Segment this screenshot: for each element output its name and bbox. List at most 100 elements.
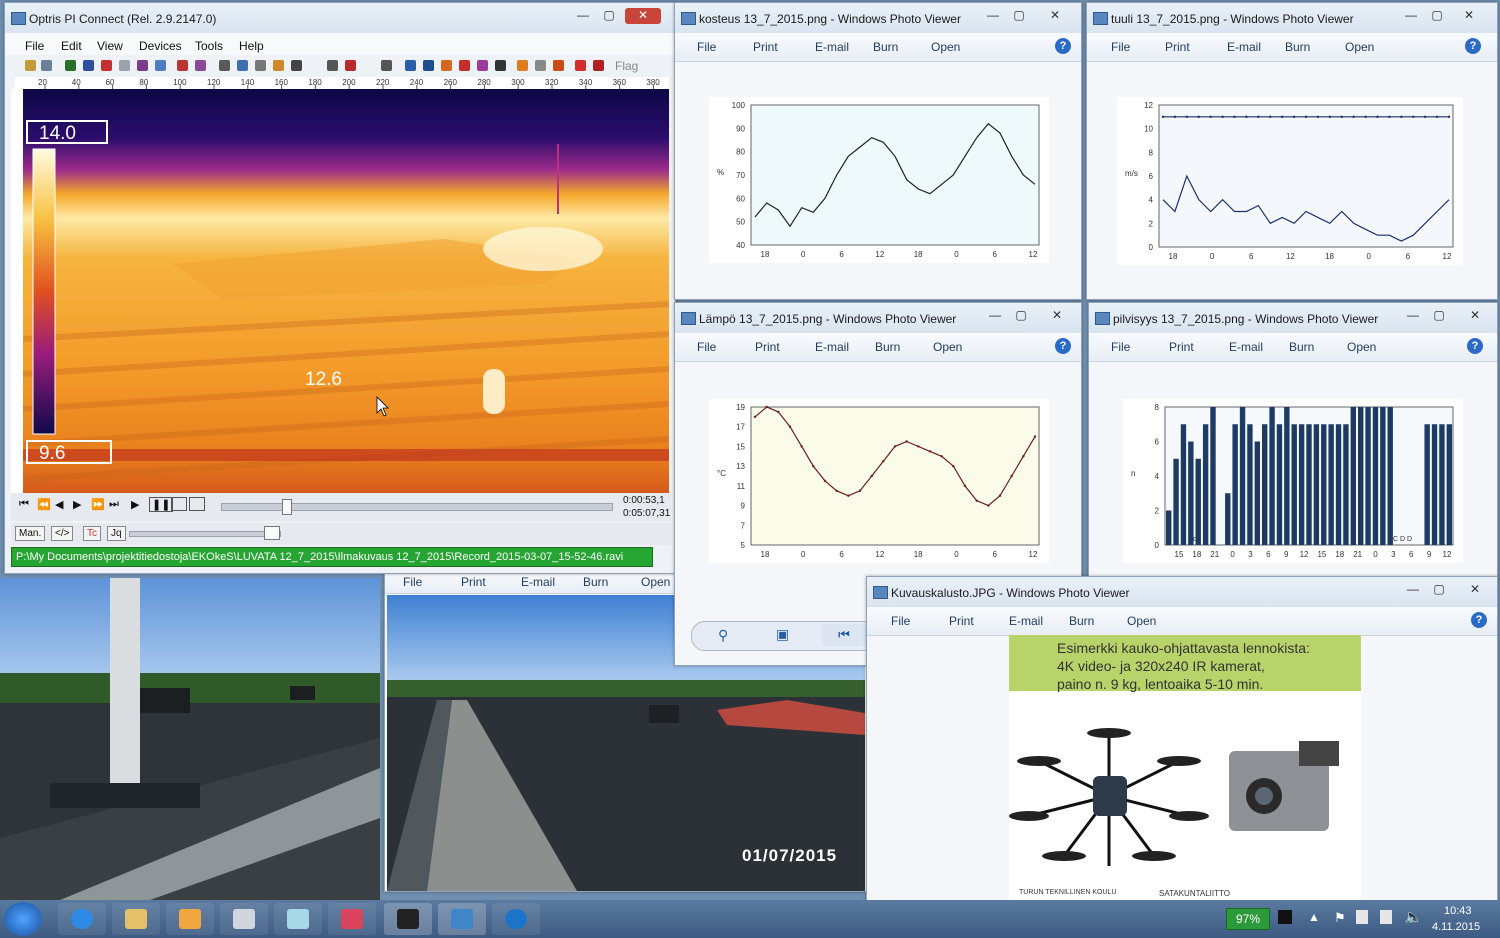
step-back-icon[interactable]: ◀ (55, 498, 63, 511)
help-icon[interactable]: ? (1465, 38, 1481, 54)
device-icon[interactable] (1356, 910, 1368, 924)
menu-burn[interactable]: Burn (1285, 40, 1310, 54)
close-button[interactable]: ✕ (1457, 308, 1493, 324)
menu-email[interactable]: E-mail (1227, 40, 1261, 54)
scale-icon[interactable] (477, 60, 488, 71)
record-icon[interactable] (101, 60, 112, 71)
start-button[interactable] (4, 902, 42, 936)
alarm-icon[interactable] (345, 60, 356, 71)
clock-time[interactable]: 10:43 (1444, 905, 1472, 917)
taskbar-photo-viewer[interactable] (438, 903, 486, 935)
menu-open[interactable]: Open (1347, 340, 1376, 354)
rewind-icon[interactable]: ⏪ (37, 498, 51, 511)
jq-button[interactable]: Jq (107, 526, 126, 541)
menu-open[interactable]: Open (933, 340, 962, 354)
hotspot-icon[interactable] (273, 60, 284, 71)
rec-icon[interactable] (575, 60, 586, 71)
menu-file[interactable]: File (1111, 340, 1130, 354)
minimize-button[interactable]: — (983, 308, 1007, 324)
menu-email[interactable]: E-mail (815, 340, 849, 354)
menu-email[interactable]: E-mail (1229, 340, 1263, 354)
copy-icon[interactable] (155, 60, 166, 71)
taskbar-ie[interactable] (58, 903, 106, 935)
loop-icon[interactable] (171, 497, 187, 511)
minimize-button[interactable]: — (571, 8, 595, 24)
line-icon[interactable] (291, 60, 302, 71)
bars-icon[interactable] (459, 60, 470, 71)
maximize-button[interactable]: ▢ (1427, 308, 1451, 324)
close-button[interactable]: ✕ (1457, 582, 1493, 598)
playback-slider[interactable] (221, 499, 613, 515)
menu-print[interactable]: Print (461, 575, 486, 589)
filter-icon[interactable] (535, 60, 546, 71)
menu-file[interactable]: File (25, 39, 44, 53)
open-icon[interactable] (25, 60, 36, 71)
snapshot-icon[interactable] (119, 60, 130, 71)
menu-email[interactable]: E-mail (815, 40, 849, 54)
actual-size-icon[interactable]: ▣ (776, 626, 789, 643)
show-hidden-icons[interactable]: ▲ (1308, 910, 1320, 924)
manual-button[interactable]: Man. (15, 526, 46, 541)
help-icon[interactable]: ? (1467, 338, 1483, 354)
menu-burn[interactable]: Burn (1289, 340, 1314, 354)
fast-forward-icon[interactable]: ⏩ (91, 498, 105, 511)
power-icon[interactable] (1380, 910, 1392, 924)
save-icon[interactable] (41, 60, 52, 71)
taskbar-calculator[interactable] (220, 903, 268, 935)
close-button[interactable]: ✕ (1039, 308, 1075, 324)
menu-burn[interactable]: Burn (583, 575, 608, 589)
maximize-button[interactable]: ▢ (597, 8, 621, 24)
tc-button[interactable]: Tc (83, 526, 101, 541)
gradient-icon[interactable] (517, 60, 528, 71)
taskbar-outlook[interactable] (166, 903, 214, 935)
battery-indicator[interactable]: 97% (1226, 908, 1270, 930)
action-center-icon[interactable]: ⚑ (1334, 910, 1346, 926)
menu-file[interactable]: File (1111, 40, 1130, 54)
menu-print[interactable]: Print (753, 40, 778, 54)
menu-file[interactable]: File (891, 614, 910, 628)
skip-start-icon[interactable]: ⏮ (19, 498, 29, 511)
zoom-slider[interactable] (129, 526, 281, 540)
layout-icon[interactable] (195, 60, 206, 71)
skip-end-icon[interactable]: ⏭ (109, 498, 119, 511)
zoom-slider-thumb[interactable] (264, 526, 280, 540)
area-icon[interactable] (327, 60, 338, 71)
color-icon[interactable] (441, 60, 452, 71)
step-forward-icon[interactable]: ▶ (73, 498, 81, 511)
menu-file[interactable]: File (697, 340, 716, 354)
play-icon[interactable] (65, 60, 76, 71)
play-button[interactable]: ▶ (131, 498, 139, 511)
menu-open[interactable]: Open (1127, 614, 1156, 628)
export-icon[interactable] (593, 60, 604, 71)
maximize-button[interactable]: ▢ (1007, 8, 1031, 24)
menu-open[interactable]: Open (641, 575, 670, 589)
menu-edit[interactable]: Edit (61, 39, 82, 53)
histogram-icon[interactable] (237, 60, 248, 71)
taskbar-optris[interactable] (384, 903, 432, 935)
taskbar-snipping[interactable] (328, 903, 376, 935)
maximize-button[interactable]: ▢ (1425, 8, 1449, 24)
menu-print[interactable]: Print (949, 614, 974, 628)
help-icon[interactable]: ? (1055, 38, 1071, 54)
taskbar-explorer[interactable] (112, 903, 160, 935)
code-button[interactable]: </> (51, 526, 74, 541)
menu-print[interactable]: Print (1169, 340, 1194, 354)
menu-open[interactable]: Open (1345, 40, 1374, 54)
menu-help[interactable]: Help (239, 39, 264, 53)
thermal-image[interactable]: 14.0 9.6 12.6 (23, 89, 669, 493)
camera-icon[interactable] (137, 60, 148, 71)
zoom-icon[interactable] (405, 60, 416, 71)
stop-icon[interactable] (83, 60, 94, 71)
help-icon[interactable]: ? (1471, 612, 1487, 628)
maximize-button[interactable]: ▢ (1427, 582, 1451, 598)
menu-view[interactable]: View (97, 39, 123, 53)
menu-tools[interactable]: Tools (195, 39, 223, 53)
taskbar-notes[interactable] (274, 903, 322, 935)
minimize-button[interactable]: — (1401, 308, 1425, 324)
measure-icon[interactable] (255, 60, 266, 71)
taskbar-teamviewer[interactable] (492, 903, 540, 935)
close-button[interactable]: ✕ (1037, 8, 1073, 24)
chart-icon[interactable] (219, 60, 230, 71)
menu-file[interactable]: File (697, 40, 716, 54)
slider-thumb[interactable] (282, 499, 292, 515)
